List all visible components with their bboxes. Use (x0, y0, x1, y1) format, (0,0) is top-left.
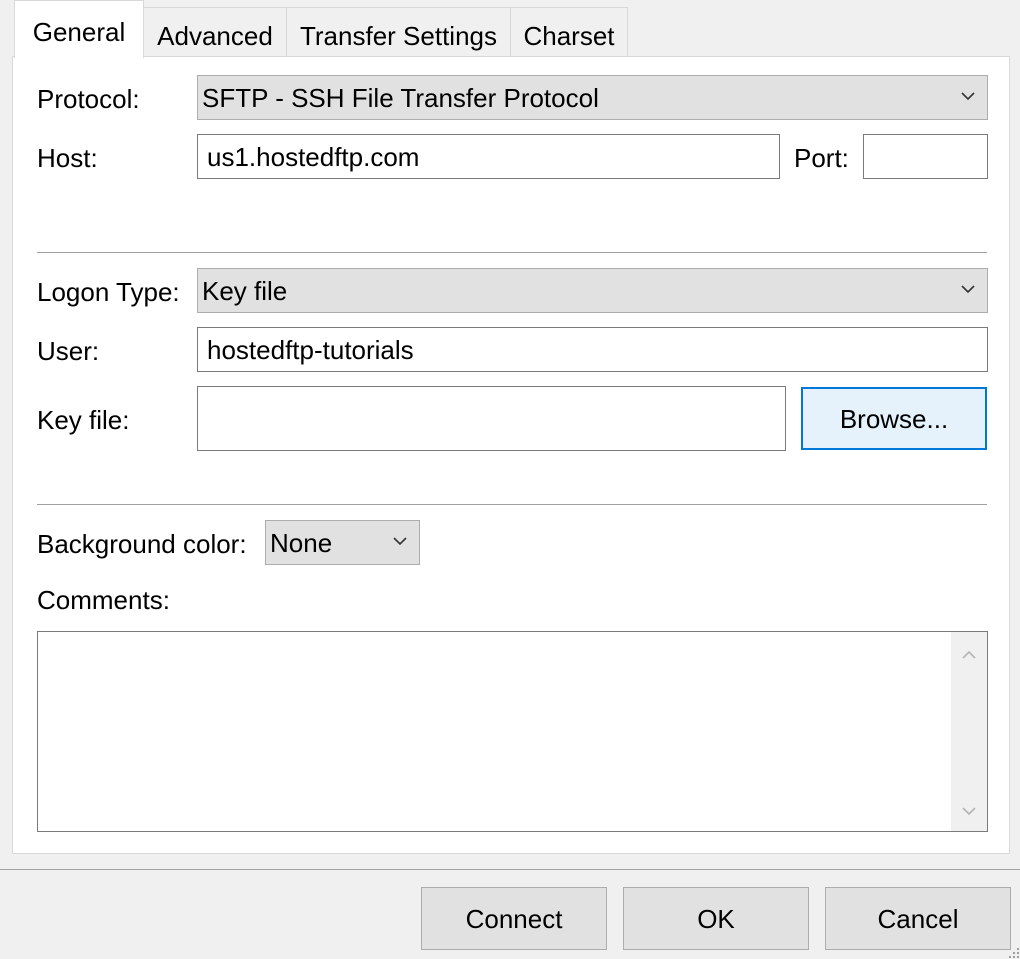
port-label: Port: (794, 143, 849, 173)
background-color-select[interactable]: None (265, 520, 420, 565)
chevron-down-icon (961, 284, 975, 293)
comments-textarea[interactable] (37, 631, 988, 832)
key-file-input[interactable] (197, 386, 786, 451)
chevron-down-icon (393, 536, 407, 545)
background-color-label: Background color: (37, 529, 247, 559)
port-input[interactable] (863, 134, 988, 179)
resize-grip-icon[interactable] (1008, 947, 1020, 959)
browse-button[interactable]: Browse... (801, 387, 987, 450)
user-label: User: (37, 336, 100, 366)
host-label: Host: (37, 143, 98, 173)
protocol-label: Protocol: (37, 84, 140, 114)
cancel-button[interactable]: Cancel (825, 887, 1011, 950)
logon-type-select[interactable]: Key file (197, 268, 988, 313)
chevron-up-icon[interactable] (960, 646, 978, 664)
key-file-label: Key file: (37, 405, 130, 435)
footer-separator (0, 869, 1020, 870)
user-input[interactable]: hostedftp-tutorials (197, 327, 988, 372)
connect-button[interactable]: Connect (421, 887, 607, 950)
chevron-down-icon (961, 91, 975, 100)
separator-2 (37, 504, 987, 505)
comments-label: Comments: (37, 585, 170, 615)
protocol-select[interactable]: SFTP - SSH File Transfer Protocol (197, 75, 988, 120)
comments-scrollbar[interactable] (951, 632, 987, 831)
chevron-down-icon[interactable] (960, 802, 978, 820)
site-settings-dialog: General Advanced Transfer Settings Chars… (0, 0, 1020, 959)
protocol-select-value: SFTP - SSH File Transfer Protocol (202, 83, 599, 113)
host-input[interactable]: us1.hostedftp.com (197, 134, 780, 179)
logon-type-label: Logon Type: (37, 277, 180, 307)
ok-button[interactable]: OK (623, 887, 809, 950)
separator-1 (37, 252, 987, 253)
logon-type-select-value: Key file (202, 276, 288, 306)
background-color-select-value: None (270, 528, 333, 558)
